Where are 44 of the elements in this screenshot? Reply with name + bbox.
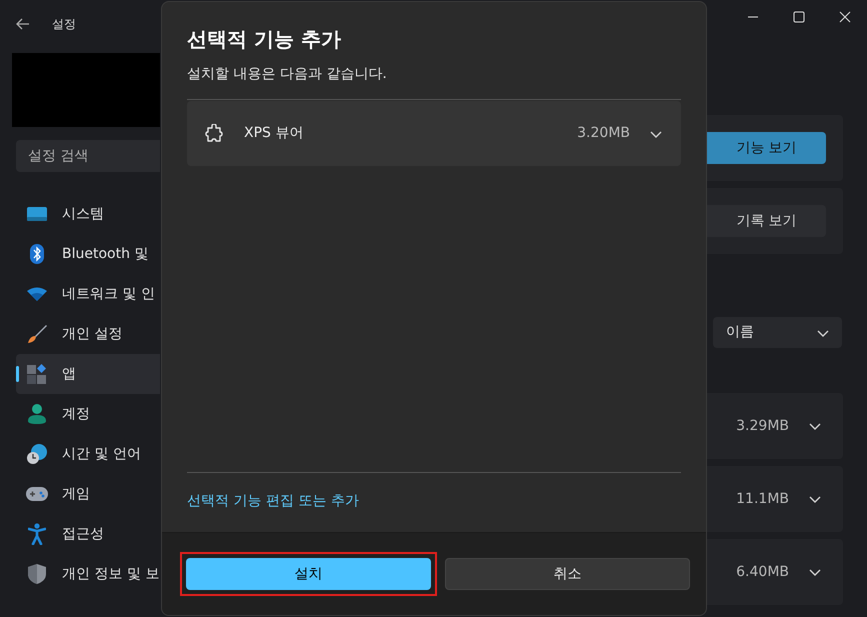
install-button[interactable]: 설치: [186, 558, 431, 590]
globe-clock-icon: [27, 444, 47, 464]
feature-row[interactable]: 11.1MB: [707, 466, 843, 532]
sidebar-item[interactable]: 시스템: [16, 194, 160, 234]
cancel-button[interactable]: 취소: [445, 558, 690, 590]
person-icon: [28, 404, 46, 424]
close-icon[interactable]: [839, 11, 851, 23]
card-button[interactable]: 기능 보기: [707, 132, 826, 164]
search-field[interactable]: 설정 검색: [16, 140, 160, 172]
feature-item[interactable]: XPS 뷰어 3.20MB: [187, 101, 681, 166]
sidebar-item[interactable]: Bluetooth 및: [16, 234, 160, 274]
sidebar-item[interactable]: 계정: [16, 394, 160, 434]
sidebar-item[interactable]: 접근성: [16, 514, 160, 554]
apps-icon: [27, 364, 47, 384]
sidebar-item[interactable]: 앱: [16, 354, 160, 394]
feature-size: 3.29MB: [736, 416, 789, 436]
maximize-icon[interactable]: [793, 11, 805, 23]
feature-row[interactable]: 6.40MB: [707, 539, 843, 605]
back-arrow-icon[interactable]: [16, 18, 30, 30]
shield-icon: [28, 564, 46, 584]
dialog-title: 선택적 기능 추가: [187, 26, 342, 53]
sidebar-item[interactable]: 게임: [16, 474, 160, 514]
dialog-subtitle: 설치할 내용은 다음과 같습니다.: [187, 65, 388, 84]
feature-size: 6.40MB: [736, 562, 789, 582]
feature-name: XPS 뷰어: [244, 124, 304, 143]
sidebar-item[interactable]: 시간 및 언어: [16, 434, 160, 474]
window-title: 설정: [52, 16, 76, 33]
sidebar-item[interactable]: 개인 정보 및 보: [16, 554, 160, 594]
wifi-icon: [27, 287, 47, 301]
brush-icon: [27, 324, 47, 344]
gamepad-icon: [26, 487, 48, 501]
accessibility-icon: [28, 523, 46, 545]
feature-size: 3.20MB: [577, 124, 630, 143]
card-button[interactable]: 기록 보기: [707, 205, 826, 237]
sidebar-item[interactable]: 개인 설정: [16, 314, 160, 354]
feature-row[interactable]: 3.29MB: [707, 393, 843, 459]
sort-dropdown[interactable]: 이름: [713, 317, 842, 348]
sidebar-item[interactable]: 네트워크 및 인: [16, 274, 160, 314]
monitor-icon: [27, 206, 47, 222]
feature-size: 11.1MB: [736, 490, 789, 508]
puzzle-icon: [205, 124, 225, 144]
edit-features-link[interactable]: 선택적 기능 편집 또는 추가: [187, 491, 359, 512]
selection-indicator: [16, 366, 19, 382]
bluetooth-icon: [30, 244, 44, 264]
